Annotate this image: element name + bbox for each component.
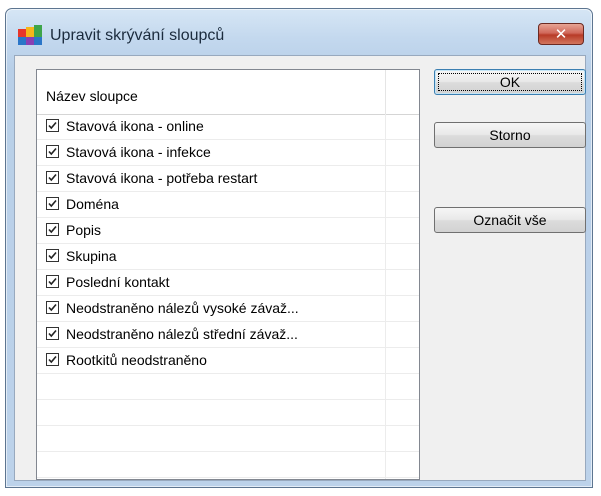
select-all-button[interactable]: Označit vše <box>434 207 586 233</box>
list-item-label: Doména <box>66 196 119 212</box>
checkmark-icon <box>48 251 57 260</box>
list-item-label: Popis <box>66 222 102 238</box>
empty-row <box>37 374 419 400</box>
list-item-label: Stavová ikona - infekce <box>66 144 211 160</box>
list-item[interactable]: Popis <box>37 218 419 244</box>
list-item-label: Neodstraněno nálezů střední závaž... <box>66 326 298 342</box>
checkmark-icon <box>48 147 57 156</box>
checkmark-icon <box>48 303 57 312</box>
checkbox[interactable] <box>46 119 59 132</box>
empty-row <box>37 400 419 426</box>
list-item[interactable]: Neodstraněno nálezů střední závaž... <box>37 322 419 348</box>
column-list[interactable]: Název sloupce Stavová ikona - online Stav… <box>36 69 420 480</box>
checkbox[interactable] <box>46 223 59 236</box>
dialog-window: Upravit skrývání sloupců ✕ Název sloupce… <box>5 8 593 488</box>
checkmark-icon <box>48 173 57 182</box>
list-item[interactable]: Rootkitů neodstraněno <box>37 348 419 374</box>
column-header-name[interactable]: Název sloupce <box>46 88 138 104</box>
app-logo-icon <box>18 25 42 45</box>
list-item-label: Stavová ikona - potřeba restart <box>66 170 258 186</box>
close-icon: ✕ <box>554 25 568 43</box>
checkbox[interactable] <box>46 249 59 262</box>
checkmark-icon <box>48 199 57 208</box>
checkbox[interactable] <box>46 171 59 184</box>
list-item[interactable]: Stavová ikona - potřeba restart <box>37 166 419 192</box>
header-divider[interactable] <box>385 70 386 114</box>
list-header[interactable]: Název sloupce <box>37 70 419 115</box>
list-item[interactable]: Poslední kontakt <box>37 270 419 296</box>
checkbox[interactable] <box>46 275 59 288</box>
checkbox[interactable] <box>46 145 59 158</box>
list-item[interactable]: Skupina <box>37 244 419 270</box>
empty-row <box>37 452 419 478</box>
list-item[interactable]: Stavová ikona - online <box>37 114 419 140</box>
checkbox[interactable] <box>46 197 59 210</box>
list-item[interactable]: Stavová ikona - infekce <box>37 140 419 166</box>
list-item[interactable]: Doména <box>37 192 419 218</box>
list-item-label: Stavová ikona - online <box>66 118 204 134</box>
checkmark-icon <box>48 277 57 286</box>
cancel-button[interactable]: Storno <box>434 122 586 148</box>
list-item-label: Poslední kontakt <box>66 274 170 290</box>
checkbox[interactable] <box>46 353 59 366</box>
ok-button[interactable]: OK <box>434 69 586 95</box>
dialog-body: Název sloupce Stavová ikona - online Stav… <box>14 55 586 481</box>
checkmark-icon <box>48 225 57 234</box>
close-button[interactable]: ✕ <box>538 23 584 45</box>
checkmark-icon <box>48 329 57 338</box>
title-bar[interactable]: Upravit skrývání sloupců ✕ <box>6 9 592 51</box>
checkmark-icon <box>48 355 57 364</box>
window-title: Upravit skrývání sloupců <box>50 27 225 44</box>
list-item-label: Neodstraněno nálezů vysoké závaž... <box>66 300 299 316</box>
list-item-label: Skupina <box>66 248 117 264</box>
checkbox[interactable] <box>46 327 59 340</box>
empty-row <box>37 426 419 452</box>
list-item-label: Rootkitů neodstraněno <box>66 352 207 368</box>
list-item[interactable]: Neodstraněno nálezů vysoké závaž... <box>37 296 419 322</box>
checkbox[interactable] <box>46 301 59 314</box>
checkmark-icon <box>48 121 57 130</box>
